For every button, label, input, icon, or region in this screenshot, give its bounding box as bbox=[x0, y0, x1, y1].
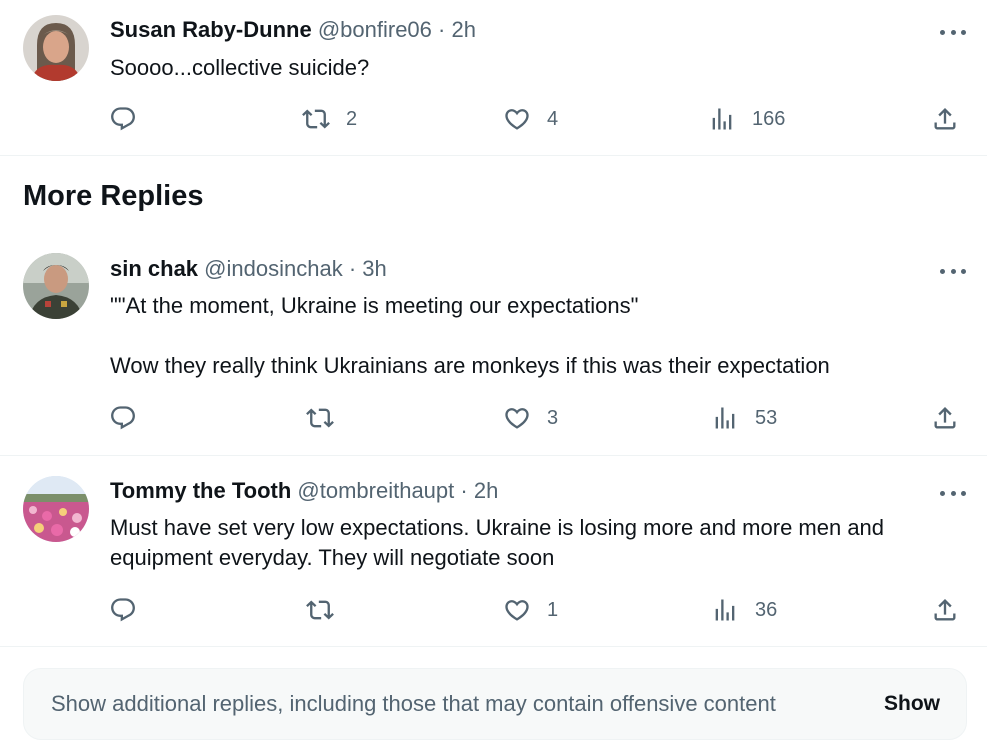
separator-dot: · bbox=[460, 478, 468, 503]
more-icon bbox=[940, 490, 945, 496]
divider bbox=[0, 646, 987, 647]
like-count: 1 bbox=[547, 598, 559, 621]
retweet-icon bbox=[306, 600, 334, 620]
tweet-tommy[interactable]: Tommy the Tooth @tombreithaupt · 2h Must… bbox=[0, 0, 987, 646]
share-icon bbox=[934, 599, 956, 621]
tweet-text: Must have set very low expectations. Ukr… bbox=[110, 513, 950, 573]
views-button[interactable]: 36 bbox=[711, 595, 777, 625]
author-name[interactable]: Tommy the Tooth bbox=[110, 478, 291, 503]
avatar[interactable] bbox=[23, 476, 89, 542]
views-count: 36 bbox=[755, 598, 778, 621]
show-additional-replies-panel: Show additional replies, including those… bbox=[23, 668, 967, 740]
views-icon bbox=[715, 599, 735, 621]
show-button[interactable]: Show bbox=[884, 689, 940, 719]
share-button[interactable] bbox=[931, 595, 959, 625]
tweet-text-line: equipment everyday. They will negotiate … bbox=[110, 545, 555, 570]
show-additional-replies-message: Show additional replies, including those… bbox=[51, 691, 776, 716]
author-handle[interactable]: @tombreithaupt bbox=[297, 478, 454, 503]
reply-icon bbox=[111, 598, 135, 622]
tweet-text-line: Must have set very low expectations. Ukr… bbox=[110, 515, 885, 540]
more-options-button[interactable] bbox=[940, 489, 966, 497]
like-icon bbox=[505, 600, 529, 621]
reply-button[interactable] bbox=[109, 595, 153, 625]
tweet-header: Tommy the Tooth @tombreithaupt · 2h bbox=[110, 476, 498, 506]
retweet-button[interactable] bbox=[306, 595, 350, 625]
timestamp[interactable]: 2h bbox=[474, 478, 498, 503]
like-button[interactable]: 1 bbox=[503, 595, 558, 625]
